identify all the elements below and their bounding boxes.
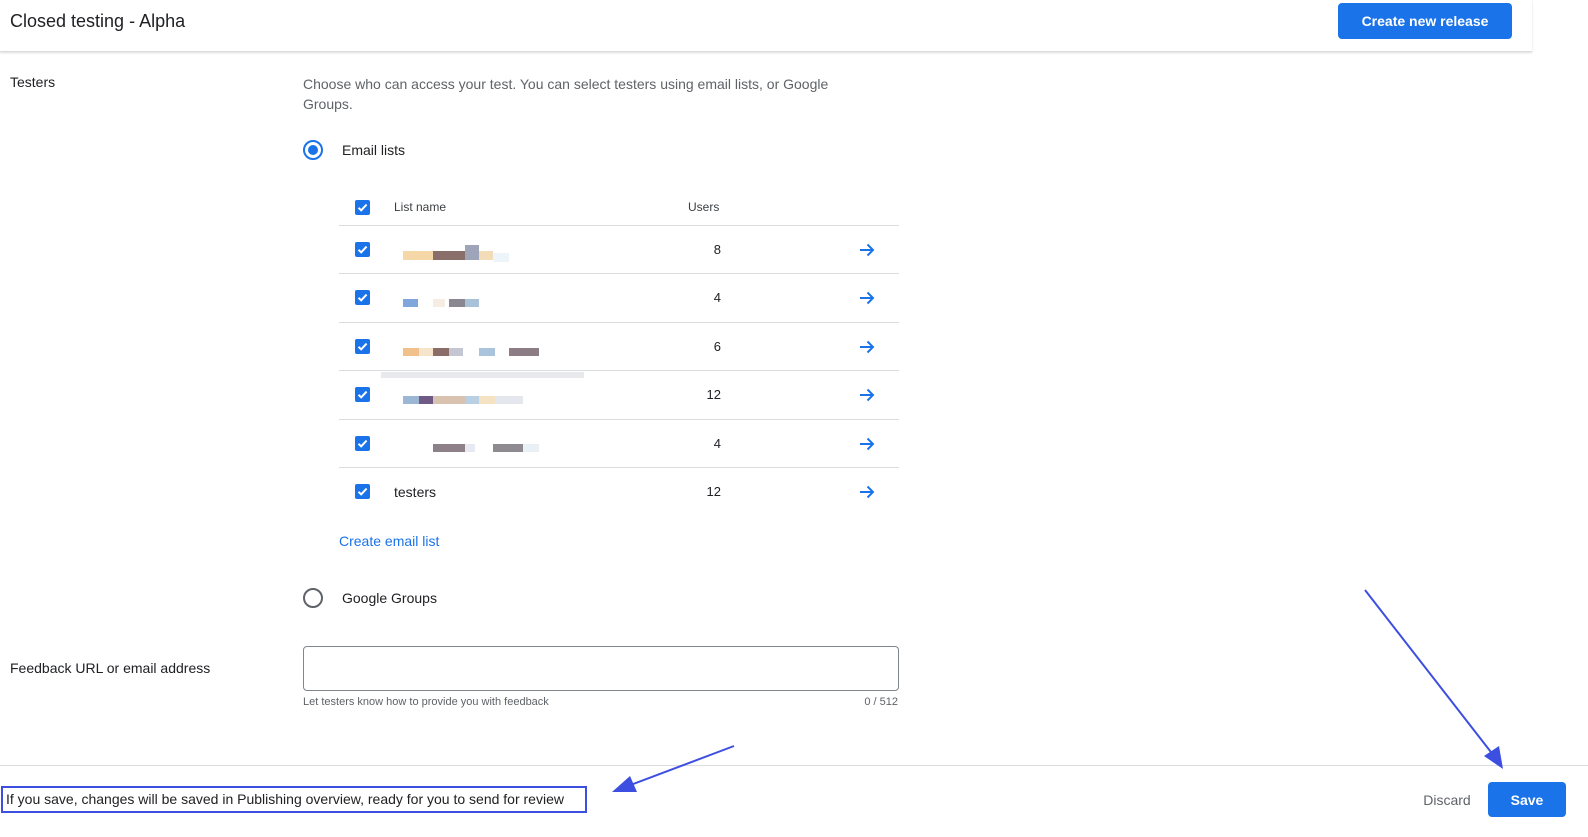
arrow-right-icon[interactable] — [857, 434, 877, 454]
create-email-list-link[interactable]: Create email list — [339, 533, 439, 549]
row-checkbox[interactable] — [355, 290, 370, 306]
checkmark-icon — [357, 294, 368, 303]
select-all-checkbox[interactable] — [355, 200, 370, 215]
row-users-count: 4 — [713, 290, 721, 306]
table-row: 12 — [339, 371, 899, 420]
row-list-name: testers — [394, 483, 437, 500]
row-users-count: 6 — [713, 338, 721, 354]
arrow-right-icon[interactable] — [857, 288, 877, 308]
column-header-users: Users — [688, 200, 720, 214]
table-row: 8 — [339, 226, 899, 275]
row-checkbox[interactable] — [355, 338, 370, 354]
testers-section-label: Testers — [10, 74, 56, 90]
checkmark-icon — [357, 245, 368, 254]
page-header: Closed testing - Alpha Create new releas… — [0, 0, 1532, 52]
feedback-helper-text: Let testers know how to provide you with… — [303, 696, 549, 708]
row-checkbox[interactable] — [355, 242, 370, 257]
row-users-count: 8 — [713, 242, 721, 257]
row-checkbox[interactable] — [355, 387, 370, 403]
row-users-count: 12 — [706, 483, 721, 499]
row-users-count: 12 — [706, 387, 721, 403]
email-lists-radio[interactable] — [303, 140, 323, 160]
obscured-list-name — [381, 420, 584, 467]
table-row: 4 — [339, 274, 899, 323]
checkmark-icon — [357, 487, 368, 496]
table-row: 6 — [339, 323, 899, 372]
row-users-count: 4 — [713, 435, 721, 451]
table-row: testers 12 — [339, 468, 899, 516]
obscured-list-name — [381, 323, 584, 370]
testers-description: Choose who can access your test. You can… — [303, 76, 829, 112]
arrow-right-icon[interactable] — [857, 240, 877, 260]
obscured-list-name — [381, 227, 584, 273]
annotation-arrow-to-save — [1364, 589, 1503, 769]
arrow-right-icon[interactable] — [857, 337, 877, 357]
feedback-character-counter: 0 / 512 — [864, 696, 898, 708]
column-header-list-name: List name — [394, 200, 447, 214]
checkmark-icon — [357, 391, 368, 399]
feedback-section-label: Feedback URL or email address — [10, 660, 211, 676]
obscured-list-name — [381, 275, 584, 322]
save-button[interactable]: Save — [1488, 782, 1566, 817]
arrow-right-icon[interactable] — [857, 385, 877, 405]
checkmark-icon — [357, 342, 368, 351]
google-groups-radio[interactable] — [303, 588, 323, 608]
discard-button[interactable]: Discard — [1410, 783, 1484, 817]
table-header: List name Users — [339, 186, 899, 226]
email-lists-radio-label[interactable]: Email lists — [342, 142, 405, 158]
email-lists-table: List name Users 8 4 6 12 4 testers 12 — [339, 186, 899, 516]
row-checkbox[interactable] — [355, 435, 370, 451]
feedback-url-input[interactable] — [303, 646, 899, 691]
save-notice-text: If you save, changes will be saved in Pu… — [1, 786, 587, 813]
page-title: Closed testing - Alpha — [10, 11, 186, 31]
arrow-right-icon[interactable] — [857, 482, 877, 502]
obscured-list-name — [381, 372, 584, 419]
google-groups-radio-label[interactable]: Google Groups — [342, 590, 437, 606]
create-new-release-button[interactable]: Create new release — [1338, 3, 1512, 39]
row-checkbox[interactable] — [355, 483, 370, 499]
checkmark-icon — [357, 203, 368, 212]
table-row: 4 — [339, 420, 899, 468]
checkmark-icon — [357, 439, 368, 448]
